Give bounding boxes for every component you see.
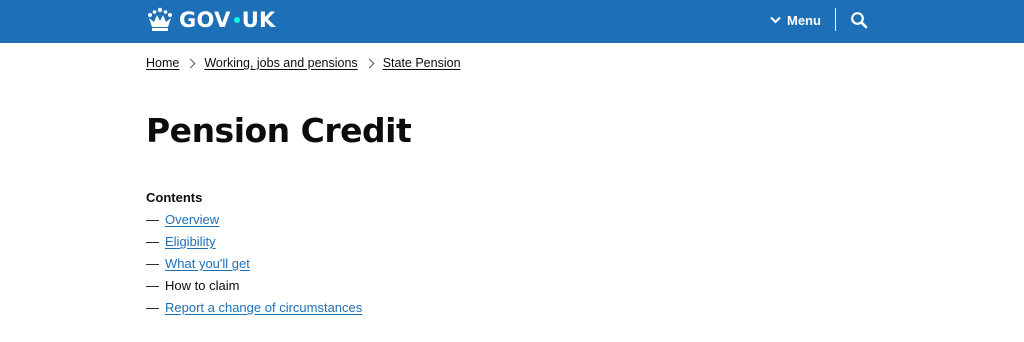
contents-dash: — [146,278,159,293]
contents-dash: — [146,300,159,315]
search-icon [851,12,868,29]
contents-item-what-youll-get: — What you'll get [146,256,362,278]
contents-item-eligibility: — Eligibility [146,234,362,256]
contents-current-how-to-claim: How to claim [165,278,240,293]
chevron-down-icon [770,16,781,24]
contents-link-report-change[interactable]: Report a change of circumstances [165,300,362,316]
contents-dash: — [146,234,159,249]
breadcrumb: Home Working, jobs and pensions State Pe… [146,55,461,71]
breadcrumb-working-jobs-pensions[interactable]: Working, jobs and pensions [204,55,357,71]
contents-item-how-to-claim: — How to claim [146,278,362,300]
contents-dash: — [146,256,159,271]
breadcrumb-chevron-icon [364,58,375,68]
contents-heading: Contents [146,190,203,205]
site-header: GOV UK Menu [0,0,1024,43]
breadcrumb-chevron-icon [185,58,196,68]
header-divider [835,8,836,31]
govuk-logo[interactable]: GOV UK [146,7,276,33]
menu-button[interactable]: Menu [770,10,821,30]
contents-item-report-change: — Report a change of circumstances [146,300,362,322]
contents-item-overview: — Overview [146,212,362,234]
contents-list: — Overview — Eligibility — What you'll g… [146,212,362,322]
search-button[interactable] [850,11,868,29]
breadcrumb-home[interactable]: Home [146,55,179,71]
logo-text: GOV UK [179,7,276,33]
crown-icon [148,7,172,31]
contents-link-eligibility[interactable]: Eligibility [165,234,216,250]
page-title: Pension Credit [146,111,412,150]
breadcrumb-state-pension[interactable]: State Pension [383,55,461,71]
logo-text-uk: UK [241,8,276,32]
menu-label: Menu [787,12,821,28]
logo-dot [233,16,240,23]
logo-text-gov: GOV [179,8,231,32]
contents-link-what-youll-get[interactable]: What you'll get [165,256,250,272]
contents-link-overview[interactable]: Overview [165,212,219,228]
contents-dash: — [146,212,159,227]
